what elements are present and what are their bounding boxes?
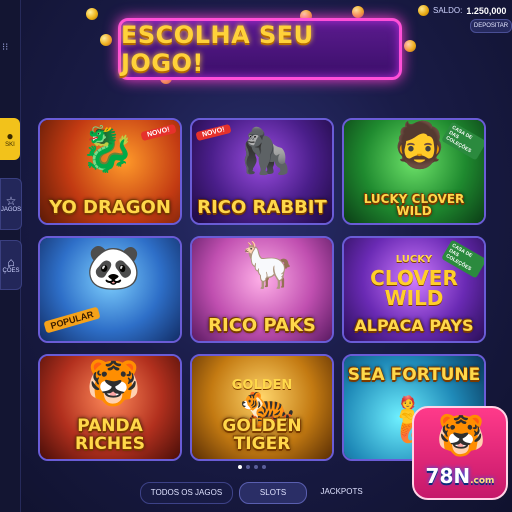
- coin-icon: [404, 40, 416, 52]
- game-card-alpaca-pays[interactable]: LUCKY CLOVER WILD CASA DE DAS COLEÇÕES A…: [342, 236, 486, 343]
- game-title: ALPACA PAYS: [354, 316, 474, 335]
- leprechaun-icon: 🧔: [392, 121, 447, 170]
- game-title: RICO PAKS: [208, 315, 316, 336]
- game-card-lucky-clover-wild[interactable]: 🧔 CASA DE DAS COLEÇÕES LUCKY CLOVER WILD: [342, 118, 486, 225]
- tiger-mascot-icon: 🐯: [436, 414, 486, 458]
- menu-icon[interactable]: ⁝⁝: [2, 42, 12, 53]
- coin-icon: [418, 5, 429, 16]
- star-icon: ☆: [5, 194, 17, 208]
- balance-value: 1.250,000: [466, 5, 507, 16]
- sidebar-item-label: JAGOS: [0, 207, 22, 213]
- coin-icon: ●: [6, 129, 14, 143]
- page-dot[interactable]: [262, 465, 266, 469]
- game-card-yo-dragon[interactable]: 🐉 NOVO! YO DRAGON: [38, 118, 182, 225]
- sidebar-item-label: SKI: [5, 142, 15, 148]
- page-dot[interactable]: [254, 465, 258, 469]
- game-title: SEA FORTUNE: [347, 365, 481, 385]
- sidebar-item-promocoes[interactable]: ⌂ ÇÕES: [0, 240, 22, 290]
- sidebar-item-label: ÇÕES: [2, 268, 20, 274]
- panda-icon: 🐼: [86, 243, 141, 292]
- page-dot-active[interactable]: [238, 465, 242, 469]
- tiger-icon: 🐯: [86, 359, 141, 408]
- game-card-rico-rabbit[interactable]: 🦍 NOVO! RICO RABBIT: [190, 118, 334, 225]
- tab-slots[interactable]: SLOTS: [238, 482, 308, 504]
- category-tabs: TODOS OS JAGOS SLOTS JACKPOTS: [140, 482, 370, 504]
- dragon-icon: 🐉: [80, 125, 135, 174]
- game-title: PANDA RICHES: [75, 416, 145, 454]
- game-title: RICO RABBIT: [197, 197, 327, 218]
- balance-label: SALDO:: [433, 6, 463, 15]
- coin-icon: [86, 8, 98, 20]
- game-card-panda-riches-tiger[interactable]: 🐯 PANDA RICHES: [38, 354, 182, 461]
- game-card-golden-tiger[interactable]: GOLDEN 🐅 GOLDEN TIGER: [190, 354, 334, 461]
- game-card-rico-paks[interactable]: 🦙 RICO PAKS: [190, 236, 334, 343]
- deposit-button[interactable]: DEPOSITAR: [470, 19, 512, 33]
- brand-logo: 🐯 78N.com: [412, 406, 508, 500]
- left-sidebar: ⁝⁝ ● SKI ☆ JAGOS ⌂ ÇÕES: [0, 0, 22, 512]
- choose-game-banner: ESCOLHA SEU JOGO!: [118, 18, 402, 80]
- gift-icon: ⌂: [7, 255, 15, 269]
- balance-display: SALDO: 1.250,000: [418, 5, 506, 16]
- game-title: LUCKY CLOVER WILD: [363, 192, 465, 218]
- sidebar-item-jagos[interactable]: ☆ JAGOS: [0, 178, 22, 230]
- overlay-line: WILD: [384, 286, 444, 310]
- llama-icon: 🦙: [240, 241, 295, 290]
- coin-icon: [352, 6, 364, 18]
- coin-icon: [100, 34, 112, 46]
- tab-jackpots[interactable]: JACKPOTS: [313, 482, 370, 502]
- sidebar-item-ski[interactable]: ● SKI: [0, 118, 20, 160]
- page-dot[interactable]: [246, 465, 250, 469]
- carousel-pagination: [238, 465, 266, 469]
- game-card-panda-riches[interactable]: 🐼 POPULAR: [38, 236, 182, 343]
- game-title: GOLDEN TIGER: [222, 416, 302, 454]
- tab-all-games[interactable]: TODOS OS JAGOS: [140, 482, 233, 504]
- brand-text: 78N.com: [425, 464, 495, 488]
- gorilla-icon: 🦍: [238, 127, 293, 176]
- banner-title: ESCOLHA SEU JOGO!: [121, 21, 314, 77]
- game-title: YO DRAGON: [49, 197, 171, 218]
